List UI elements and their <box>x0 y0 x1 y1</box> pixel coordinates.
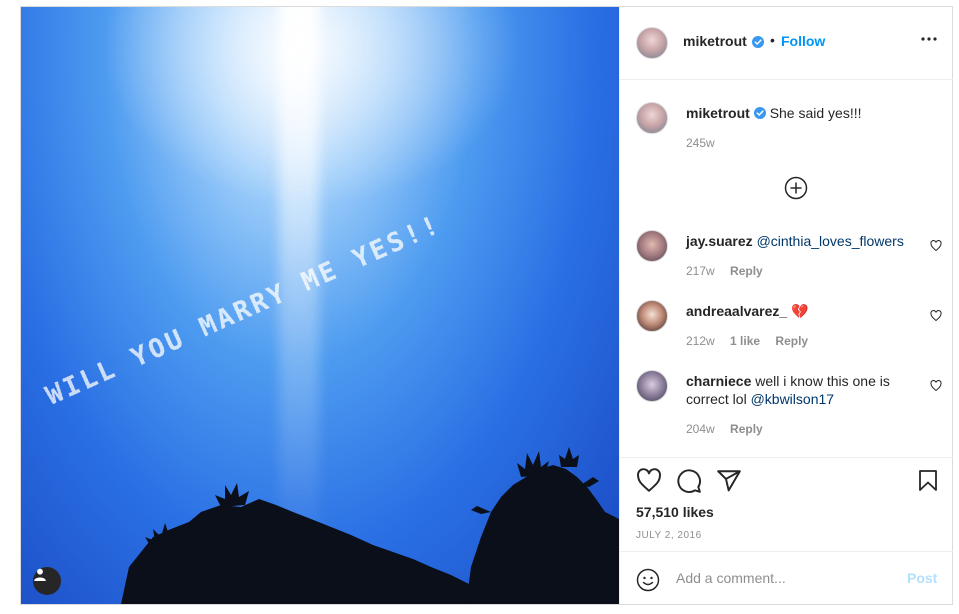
comment-text: 💔 <box>791 303 809 319</box>
comment-like-icon[interactable] <box>930 240 942 252</box>
comment-avatar[interactable] <box>636 300 668 332</box>
share-icon[interactable] <box>716 468 742 494</box>
comment-mention[interactable]: @cinthia_loves_flowers <box>757 233 904 249</box>
follow-button[interactable]: Follow <box>781 33 825 49</box>
comment-like-icon[interactable] <box>930 310 942 322</box>
caption-age[interactable]: 245w <box>686 136 715 150</box>
post-header: miketrout • Follow <box>620 7 953 80</box>
verified-icon <box>752 36 764 48</box>
comment-age[interactable]: 212w <box>686 334 715 348</box>
likes-count[interactable]: 57,510 likes <box>636 504 714 520</box>
author-username[interactable]: miketrout <box>683 33 747 49</box>
post-date[interactable]: JULY 2, 2016 <box>636 530 702 541</box>
comment-username[interactable]: andreaalvarez_ <box>686 303 787 319</box>
post-comment-button[interactable]: Post <box>907 570 937 586</box>
verified-icon <box>753 107 766 119</box>
comment-username[interactable]: charniece <box>686 373 751 389</box>
comment-body: andreaalvarez_ 💔 <box>686 302 912 320</box>
user-tag-icon <box>34 568 46 581</box>
more-options-button[interactable] <box>921 27 937 50</box>
tree-silhouette-left <box>121 499 501 604</box>
comment-age[interactable]: 204w <box>686 422 715 436</box>
comment-age[interactable]: 217w <box>686 264 715 278</box>
post-actions: 57,510 likes JULY 2, 2016 <box>620 457 953 558</box>
skywriting-text: WILL YOU MARRY ME YES!! <box>42 209 446 411</box>
header-separator: • <box>770 32 775 48</box>
comment-body: charniece well i know this one is correc… <box>686 372 912 408</box>
reply-button[interactable]: Reply <box>730 264 763 278</box>
comment-body: jay.suarez @cinthia_loves_flowers <box>686 232 912 250</box>
post-card: WILL YOU MARRY ME YES!! miketrout • Foll… <box>20 6 953 605</box>
caption-body: miketrout She said yes!!! <box>686 104 912 122</box>
comment-meta: 217w Reply <box>686 264 775 278</box>
comment-input[interactable] <box>674 569 898 587</box>
comment-meta: 212w 1 like Reply <box>686 334 820 348</box>
add-comment-bar: Post <box>620 551 953 605</box>
post-photo[interactable]: WILL YOU MARRY ME YES!! <box>21 7 619 604</box>
caption-avatar[interactable] <box>636 102 668 134</box>
comment-username[interactable]: jay.suarez <box>686 233 753 249</box>
post-side-panel: miketrout • Follow miketrout She said ye… <box>619 7 953 604</box>
caption-meta: 245w <box>686 136 727 150</box>
user-tag-button[interactable] <box>33 567 61 595</box>
caption-text: She said yes!!! <box>769 105 862 121</box>
tree-silhouette-right <box>466 465 619 604</box>
heart-icon[interactable] <box>636 468 662 494</box>
caption-username[interactable]: miketrout <box>686 105 750 121</box>
load-more-icon[interactable] <box>784 176 808 200</box>
emoji-icon[interactable] <box>636 568 660 592</box>
reply-button[interactable]: Reply <box>775 334 808 348</box>
comment-likes[interactable]: 1 like <box>730 334 760 348</box>
author-avatar[interactable] <box>636 27 668 59</box>
comment-like-icon[interactable] <box>930 380 942 392</box>
comment-icon[interactable] <box>676 468 702 494</box>
more-icon <box>921 37 937 41</box>
comment-mention[interactable]: @kbwilson17 <box>751 391 834 407</box>
reply-button[interactable]: Reply <box>730 422 763 436</box>
comments-list: miketrout She said yes!!! 245w jay.suare… <box>620 80 953 458</box>
photo-scene: WILL YOU MARRY ME YES!! <box>41 209 619 604</box>
comment-avatar[interactable] <box>636 230 668 262</box>
bookmark-icon[interactable] <box>916 468 940 494</box>
comment-avatar[interactable] <box>636 370 668 402</box>
comment-meta: 204w Reply <box>686 422 775 436</box>
